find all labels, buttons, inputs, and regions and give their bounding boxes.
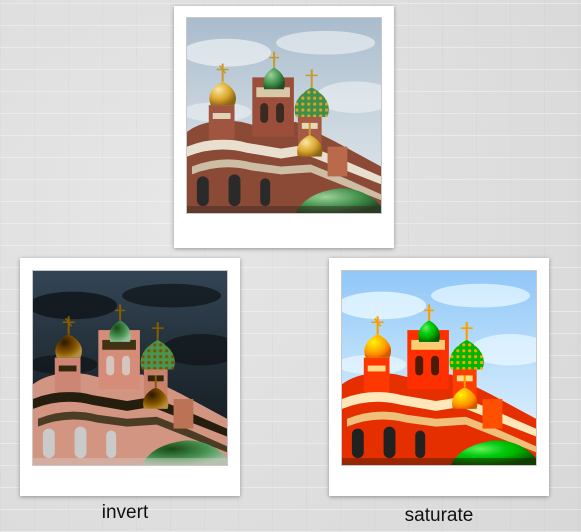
cathedral-photo-inverted — [32, 270, 228, 466]
polaroid-card-original — [174, 6, 394, 248]
caption-invert: invert — [101, 502, 149, 523]
caption-saturate: saturate — [404, 505, 474, 526]
cathedral-photo-icon — [342, 271, 536, 465]
polaroid-card-invert — [20, 258, 240, 496]
cathedral-photo-icon — [33, 271, 227, 465]
cathedral-photo-saturated — [341, 270, 537, 466]
polaroid-card-saturate — [329, 258, 549, 496]
cathedral-photo-original — [186, 17, 382, 214]
cathedral-photo-icon — [187, 18, 381, 213]
